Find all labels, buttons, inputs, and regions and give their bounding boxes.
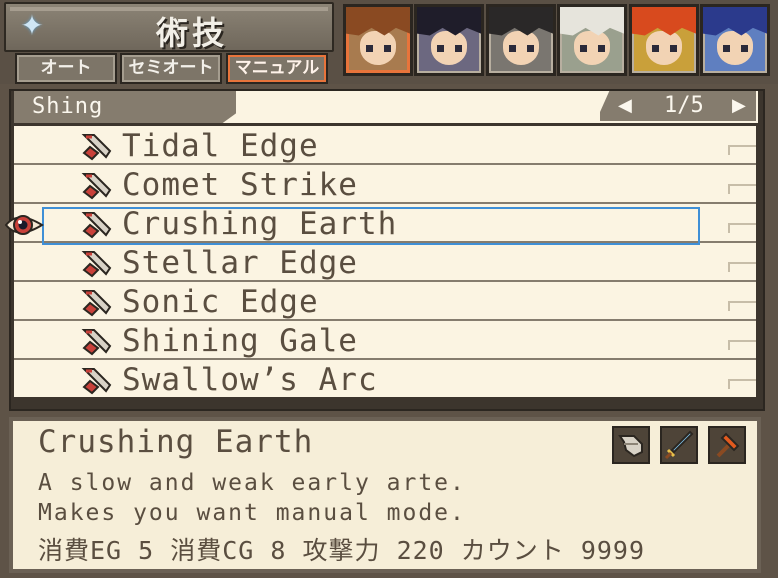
party-member-6[interactable]	[700, 4, 770, 76]
party-member-1[interactable]	[343, 4, 413, 76]
description-line-2: Makes you want manual mode.	[38, 500, 466, 526]
portrait-eye	[384, 45, 391, 52]
arte-name: Comet Strike	[122, 167, 358, 203]
crystal-icon: ✦	[20, 9, 44, 42]
mode-semi-auto-button[interactable]: セミオート	[120, 53, 222, 84]
portrait-eye	[598, 45, 605, 52]
party-member-3[interactable]	[486, 4, 556, 76]
page-title: 術技	[156, 14, 229, 52]
eye-cursor-icon	[4, 215, 44, 235]
portrait-eye	[509, 45, 516, 52]
portrait-eye	[652, 45, 659, 52]
arte-row[interactable]: Crushing Earth	[14, 204, 756, 242]
arte-name: Stellar Edge	[122, 245, 358, 281]
portrait-eye	[437, 45, 444, 52]
arte-row[interactable]: Stellar Edge	[14, 243, 756, 281]
sword-arte-icon	[81, 368, 112, 395]
sword-arte-icon	[81, 212, 112, 239]
arte-row[interactable]: Sonic Edge	[14, 282, 756, 320]
arte-row[interactable]: Comet Strike	[14, 165, 756, 203]
portrait-eye	[723, 45, 730, 52]
arte-name: Sonic Edge	[122, 284, 319, 320]
mode-manual-button[interactable]: マニュアル	[226, 53, 328, 84]
party-member-5[interactable]	[629, 4, 699, 76]
arte-row[interactable]: Swallow’s Arc	[14, 360, 756, 398]
sword-arte-icon	[81, 173, 112, 200]
sword-arte-icon	[81, 134, 112, 161]
arte-row[interactable]: Shining Gale	[14, 321, 756, 359]
description-line-1: A slow and weak early arte.	[38, 470, 466, 496]
portrait-eye	[741, 45, 748, 52]
party-member-2[interactable]	[414, 4, 484, 76]
title-plate: ✦ 術技	[4, 2, 334, 52]
page-prev-arrow-icon[interactable]: ◀	[618, 95, 632, 116]
arte-name: Swallow’s Arc	[122, 362, 378, 398]
portrait-eye	[580, 45, 587, 52]
portrait-eye	[527, 45, 534, 52]
mode-auto-button[interactable]: オート	[15, 53, 117, 84]
arte-stats: 消費EG 5 消費CG 8 攻撃力 220 カウント 9999	[38, 536, 646, 565]
arte-name: Crushing Earth	[122, 206, 398, 242]
arte-name: Shining Gale	[122, 323, 358, 359]
portrait-eye	[670, 45, 677, 52]
portrait-eye	[366, 45, 373, 52]
arte-row[interactable]: Tidal Edge	[14, 126, 756, 164]
sword-arte-icon	[81, 290, 112, 317]
sword-arte-icon	[81, 251, 112, 278]
page-indicator: 1/5	[664, 93, 704, 118]
page-next-arrow-icon[interactable]: ▶	[732, 95, 746, 116]
arte-list: Tidal Edge Comet Strike Crushing Earth Stel…	[14, 126, 756, 406]
knuckle-weapon-icon	[612, 426, 650, 464]
arte-name: Tidal Edge	[122, 128, 319, 164]
party-member-4[interactable]	[557, 4, 627, 76]
section-label: Shing	[32, 94, 104, 119]
hammer-weapon-icon	[708, 426, 746, 464]
portrait-eye	[455, 45, 462, 52]
description-title: Crushing Earth	[38, 424, 314, 460]
sword-weapon-icon	[660, 426, 698, 464]
sword-arte-icon	[81, 329, 112, 356]
